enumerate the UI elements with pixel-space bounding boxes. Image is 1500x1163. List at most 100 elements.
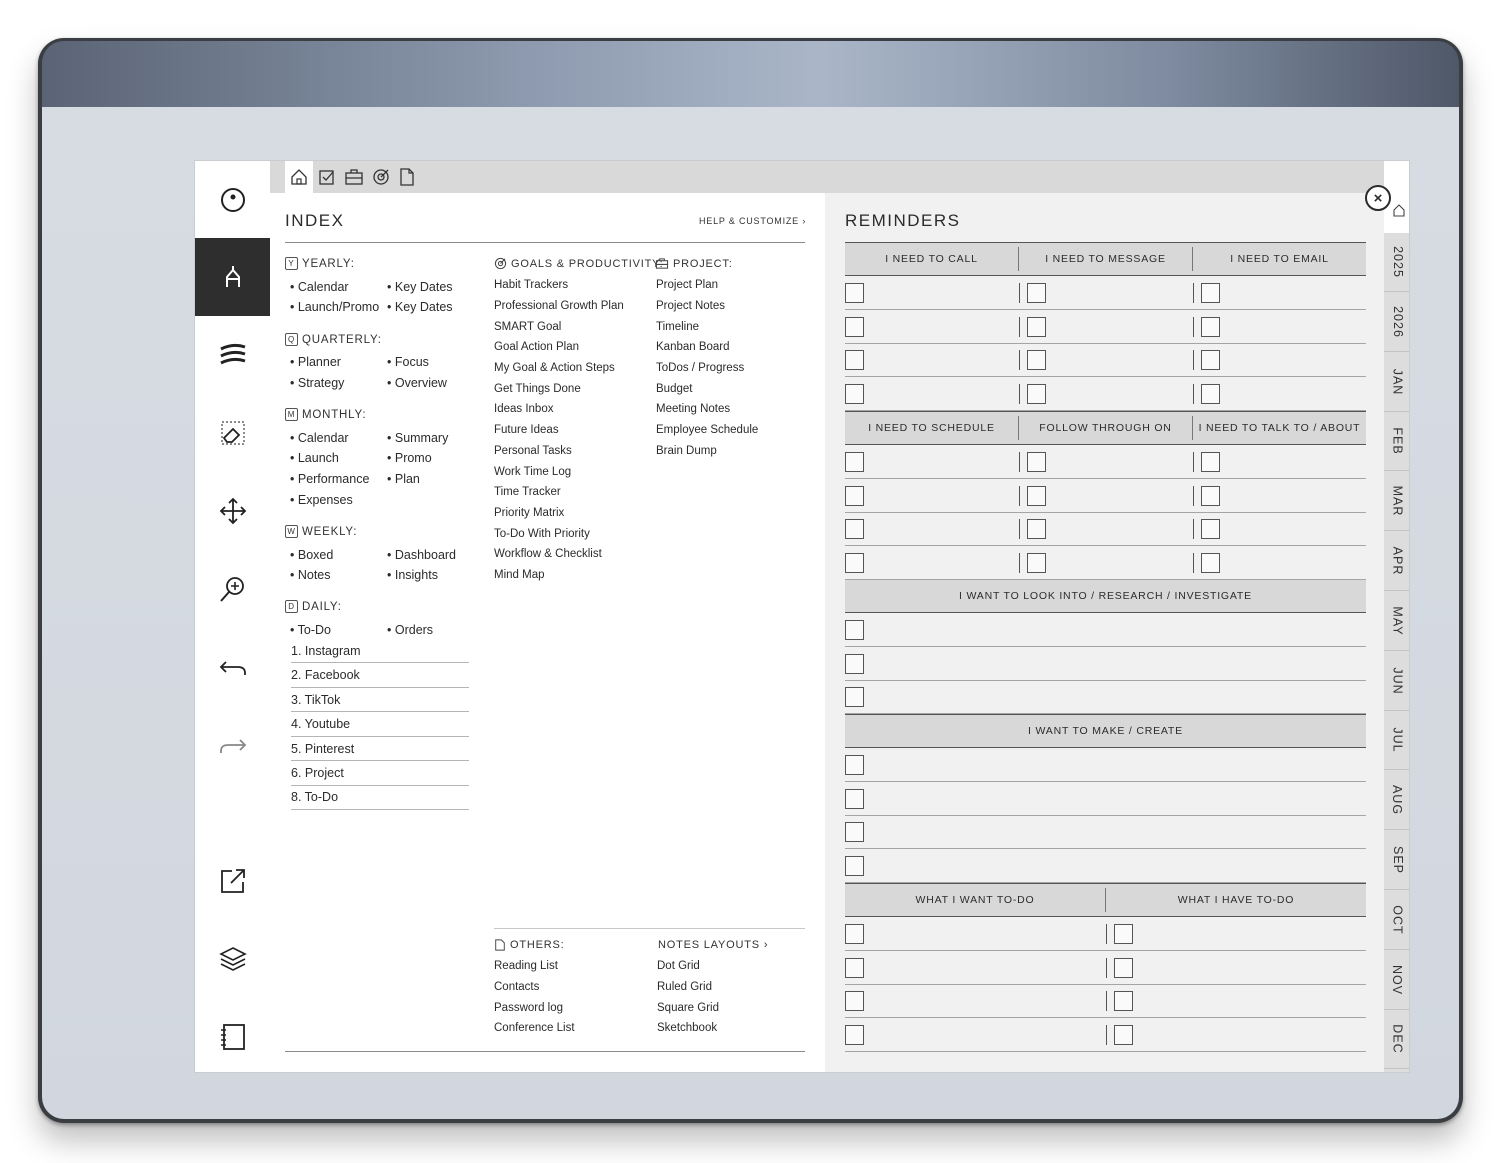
reminder-checkbox[interactable] (1027, 283, 1046, 303)
link-kanban-board[interactable]: Kanban Board (656, 341, 730, 353)
reminder-checkbox[interactable] (1027, 452, 1046, 472)
link-goal-action-plan[interactable]: Goal Action Plan (494, 341, 579, 353)
eraser-icon[interactable] (195, 394, 270, 472)
link-monthly-calendar[interactable]: • Calendar (290, 431, 349, 445)
reminder-checkbox[interactable] (1201, 519, 1220, 540)
reminder-checkbox[interactable] (845, 485, 864, 506)
tab-feb[interactable]: FEB (1384, 412, 1409, 472)
reminder-checkbox[interactable] (845, 519, 864, 540)
section-goals-header[interactable]: GOALS & PRODUCTIVITY: (494, 257, 664, 270)
pen-options-icon[interactable] (195, 316, 270, 394)
link-todos-progress[interactable]: ToDos / Progress (656, 362, 744, 374)
reminder-checkbox[interactable] (845, 620, 864, 640)
section-notes-layouts-header[interactable]: NOTES LAYOUTS › (658, 939, 768, 951)
section-quarterly-header[interactable]: Q QUARTERLY: (285, 333, 382, 346)
layers-icon[interactable] (195, 920, 270, 998)
reminder-checkbox[interactable] (845, 991, 864, 1012)
link-brain-dump[interactable]: Brain Dump (656, 445, 717, 457)
reminder-checkbox[interactable] (1114, 957, 1133, 978)
link-conference-list[interactable]: Conference List (494, 1022, 575, 1034)
link-weekly-insights[interactable]: • Insights (387, 568, 438, 582)
link-yearly-key-dates[interactable]: • Key Dates (387, 280, 453, 294)
link-dot-grid[interactable]: Dot Grid (657, 960, 700, 972)
link-square-grid[interactable]: Square Grid (657, 1002, 719, 1014)
reminder-checkbox[interactable] (1201, 384, 1220, 405)
reminder-checkbox[interactable] (845, 384, 864, 405)
tab-oct[interactable]: OCT (1384, 891, 1409, 950)
link-monthly-launch[interactable]: • Launch (290, 451, 339, 465)
link-reading-list[interactable]: Reading List (494, 960, 558, 972)
document-icon[interactable] (398, 168, 416, 186)
reminder-checkbox[interactable] (1201, 485, 1220, 506)
home-icon[interactable] (285, 161, 313, 193)
link-employee-schedule[interactable]: Employee Schedule (656, 424, 758, 436)
redo-icon[interactable] (195, 706, 270, 784)
link-quarterly-focus[interactable]: • Focus (387, 355, 429, 369)
reminder-checkbox[interactable] (1027, 485, 1046, 506)
link-get-things-done[interactable]: Get Things Done (494, 383, 581, 395)
daily-list-item[interactable]: 1. Instagram (291, 644, 360, 658)
link-meeting-notes[interactable]: Meeting Notes (656, 403, 730, 415)
daily-list-item[interactable]: 3. TikTok (291, 693, 340, 707)
reminder-checkbox[interactable] (1201, 452, 1220, 472)
reminder-checkbox[interactable] (845, 1025, 864, 1046)
help-customize-link[interactable]: HELP & CUSTOMIZE › (699, 216, 806, 226)
daily-list-item[interactable]: 8. To-Do (291, 790, 338, 804)
link-time-tracker[interactable]: Time Tracker (494, 486, 561, 498)
link-project-plan[interactable]: Project Plan (656, 279, 718, 291)
notebook-icon[interactable] (195, 998, 270, 1072)
reminder-checkbox[interactable] (1027, 553, 1046, 574)
tab-may[interactable]: MAY (1384, 592, 1409, 651)
link-yearly-key-dates-2[interactable]: • Key Dates (387, 300, 453, 314)
reminder-checkbox[interactable] (1027, 384, 1046, 405)
tab-sep[interactable]: SEP (1384, 831, 1409, 890)
link-weekly-boxed[interactable]: • Boxed (290, 548, 333, 562)
link-ruled-grid[interactable]: Ruled Grid (657, 981, 712, 993)
daily-list-item[interactable]: 6. Project (291, 766, 344, 780)
link-timeline[interactable]: Timeline (656, 321, 699, 333)
link-priority-matrix[interactable]: Priority Matrix (494, 507, 564, 519)
tab-nov[interactable]: NOV (1384, 951, 1409, 1010)
reminder-checkbox[interactable] (845, 822, 864, 843)
reminder-checkbox[interactable] (1027, 316, 1046, 337)
move-icon[interactable] (195, 472, 270, 550)
section-project-header[interactable]: PROJECT: (655, 257, 733, 270)
reminder-checkbox[interactable] (845, 687, 864, 708)
link-yearly-launch-promo[interactable]: • Launch/Promo (290, 300, 379, 314)
reminder-checkbox[interactable] (845, 924, 864, 944)
reminder-checkbox[interactable] (845, 788, 864, 809)
reminder-checkbox[interactable] (845, 350, 864, 371)
close-button[interactable]: × (1365, 185, 1391, 211)
checkbox-icon[interactable] (318, 168, 336, 186)
link-mind-map[interactable]: Mind Map (494, 569, 545, 581)
link-sketchbook[interactable]: Sketchbook (657, 1022, 717, 1034)
link-ideas-inbox[interactable]: Ideas Inbox (494, 403, 553, 415)
link-weekly-notes[interactable]: • Notes (290, 568, 331, 582)
link-workflow-checklist[interactable]: Workflow & Checklist (494, 548, 602, 560)
section-daily-header[interactable]: D DAILY: (285, 600, 342, 613)
link-monthly-promo[interactable]: • Promo (387, 451, 432, 465)
reminder-checkbox[interactable] (1201, 316, 1220, 337)
reminder-checkbox[interactable] (845, 653, 864, 674)
reminder-checkbox[interactable] (845, 957, 864, 978)
link-weekly-dashboard[interactable]: • Dashboard (387, 548, 456, 562)
reminder-checkbox[interactable] (845, 452, 864, 472)
link-monthly-expenses[interactable]: • Expenses (290, 493, 353, 507)
reminder-checkbox[interactable] (1027, 519, 1046, 540)
tab-mar[interactable]: MAR (1384, 472, 1409, 532)
briefcase-icon[interactable] (345, 168, 363, 186)
zoom-icon[interactable] (195, 550, 270, 628)
reminder-checkbox[interactable] (1201, 283, 1220, 303)
link-todo-with-priority[interactable]: To-Do With Priority (494, 528, 590, 540)
link-quarterly-strategy[interactable]: • Strategy (290, 376, 344, 390)
link-daily-orders[interactable]: • Orders (387, 623, 433, 637)
daily-list-item[interactable]: 2. Facebook (291, 668, 360, 682)
link-monthly-summary[interactable]: • Summary (387, 431, 448, 445)
tab-jan[interactable]: JAN (1384, 353, 1409, 412)
reminder-checkbox[interactable] (845, 316, 864, 337)
undo-icon[interactable] (195, 628, 270, 706)
link-smart-goal[interactable]: SMART Goal (494, 321, 561, 333)
tab-2025[interactable]: 2025 (1384, 233, 1409, 292)
reminder-checkbox[interactable] (1114, 924, 1133, 944)
reminder-checkbox[interactable] (1114, 991, 1133, 1012)
